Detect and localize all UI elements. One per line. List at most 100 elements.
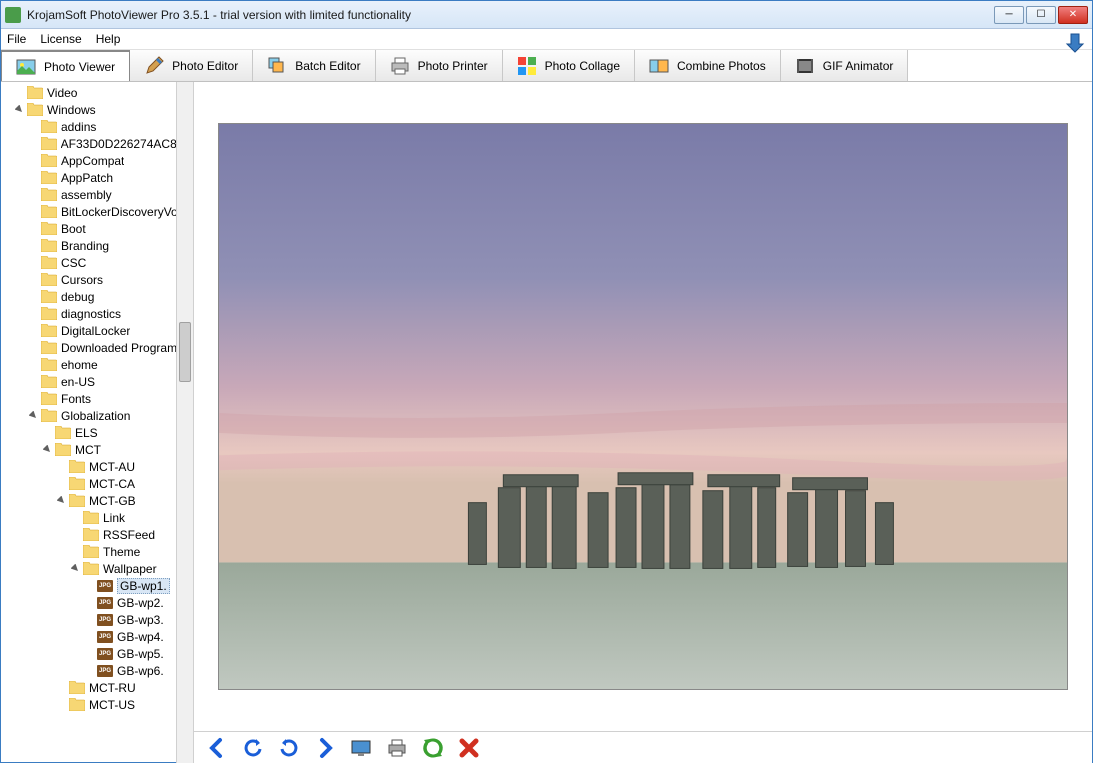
tree-node-label: RSSFeed [103,528,155,542]
close-button[interactable]: ✕ [1058,6,1088,24]
tab-label: Photo Printer [418,59,488,73]
expand-toggle-icon[interactable] [43,445,55,454]
print-button[interactable] [384,735,410,761]
tree-folder[interactable]: Windows [1,101,193,118]
tab-toolbar: Photo Viewer Photo Editor Batch Editor P… [1,50,1092,82]
folder-icon [41,222,57,235]
download-arrow-icon[interactable] [1063,30,1087,54]
tree-node-label: debug [61,290,94,304]
tree-folder[interactable]: MCT-GB [1,492,193,509]
tree-folder[interactable]: CSC [1,254,193,271]
rotate-left-button[interactable] [240,735,266,761]
folder-icon [41,392,57,405]
menu-license[interactable]: License [40,32,81,46]
tree-folder[interactable]: RSSFeed [1,526,193,543]
jpg-file-icon: JPG [97,597,113,609]
photo-icon [16,57,36,77]
tree-file[interactable]: JPGGB-wp4. [1,628,193,645]
viewer-toolbar [194,731,1092,763]
tree-folder[interactable]: AppPatch [1,169,193,186]
scrollbar-thumb[interactable] [179,322,191,382]
jpg-file-icon: JPG [97,665,113,677]
menu-help[interactable]: Help [96,32,121,46]
tree-folder[interactable]: assembly [1,186,193,203]
tree-folder[interactable]: DigitalLocker [1,322,193,339]
tree-node-label: Wallpaper [103,562,157,576]
delete-button[interactable] [456,735,482,761]
tab-combine-photos[interactable]: Combine Photos [635,50,781,81]
tree-file[interactable]: JPGGB-wp6. [1,662,193,679]
tab-photo-editor[interactable]: Photo Editor [130,50,253,81]
tree-node-label: Video [47,86,77,100]
tree-node-label: Link [103,511,125,525]
folder-icon [41,409,57,422]
maximize-button[interactable]: ☐ [1026,6,1056,24]
tree-node-label: MCT-US [89,698,135,712]
expand-toggle-icon[interactable] [15,105,27,114]
tree-folder[interactable]: MCT-US [1,696,193,713]
minimize-button[interactable]: ─ [994,6,1024,24]
brush-icon [144,56,164,76]
tree-folder[interactable]: Boot [1,220,193,237]
expand-toggle-icon[interactable] [29,411,41,420]
tree-file[interactable]: JPGGB-wp1. [1,577,193,594]
tree-node-label: ELS [75,426,98,440]
tree-folder[interactable]: MCT-RU [1,679,193,696]
tree-file[interactable]: JPGGB-wp5. [1,645,193,662]
folder-icon [69,494,85,507]
tree-folder[interactable]: en-US [1,373,193,390]
tree-folder[interactable]: Wallpaper [1,560,193,577]
tree-folder[interactable]: diagnostics [1,305,193,322]
menu-file[interactable]: File [7,32,26,46]
tree-node-label: GB-wp4. [117,630,164,644]
folder-icon [55,426,71,439]
tree-folder[interactable]: BitLockerDiscoveryVolu [1,203,193,220]
tree-node-label: GB-wp1. [117,578,170,594]
window-controls: ─ ☐ ✕ [994,6,1088,24]
tree-folder[interactable]: AF33D0D226274AC8847 [1,135,193,152]
folder-icon [83,562,99,575]
tree-folder[interactable]: Link [1,509,193,526]
tree-scrollbar[interactable] [176,82,193,763]
expand-toggle-icon[interactable] [57,496,69,505]
tab-photo-printer[interactable]: Photo Printer [376,50,503,81]
tree-folder[interactable]: ehome [1,356,193,373]
tab-photo-viewer[interactable]: Photo Viewer [1,50,130,81]
tree-node-label: MCT-RU [89,681,136,695]
printer-icon [390,56,410,76]
refresh-button[interactable] [420,735,446,761]
tree-folder[interactable]: Branding [1,237,193,254]
tree-folder[interactable]: MCT [1,441,193,458]
set-wallpaper-button[interactable] [348,735,374,761]
tab-batch-editor[interactable]: Batch Editor [253,50,375,81]
tree-folder[interactable]: Globalization [1,407,193,424]
tree-node-label: GB-wp3. [117,613,164,627]
folder-icon [41,239,57,252]
tree-folder[interactable]: addins [1,118,193,135]
tree-folder[interactable]: debug [1,288,193,305]
tree-folder[interactable]: Downloaded Program F [1,339,193,356]
tree-folder[interactable]: Theme [1,543,193,560]
tab-label: Photo Editor [172,59,238,73]
tree-folder[interactable]: AppCompat [1,152,193,169]
folder-icon [41,256,57,269]
previous-button[interactable] [204,735,230,761]
folder-icon [83,511,99,524]
rotate-right-button[interactable] [276,735,302,761]
window-title: KrojamSoft PhotoViewer Pro 3.5.1 - trial… [27,8,994,22]
tree-file[interactable]: JPGGB-wp2. [1,594,193,611]
expand-toggle-icon[interactable] [71,564,83,573]
folder-icon [69,477,85,490]
tab-photo-collage[interactable]: Photo Collage [503,50,635,81]
tree-file[interactable]: JPGGB-wp3. [1,611,193,628]
tree-folder[interactable]: MCT-CA [1,475,193,492]
displayed-photo [218,123,1068,690]
next-button[interactable] [312,735,338,761]
folder-tree[interactable]: VideoWindowsaddinsAF33D0D226274AC8847App… [1,82,193,715]
tree-folder[interactable]: Video [1,84,193,101]
tree-folder[interactable]: Fonts [1,390,193,407]
tree-folder[interactable]: MCT-AU [1,458,193,475]
tab-gif-animator[interactable]: GIF Animator [781,50,909,81]
tree-folder[interactable]: Cursors [1,271,193,288]
tree-folder[interactable]: ELS [1,424,193,441]
